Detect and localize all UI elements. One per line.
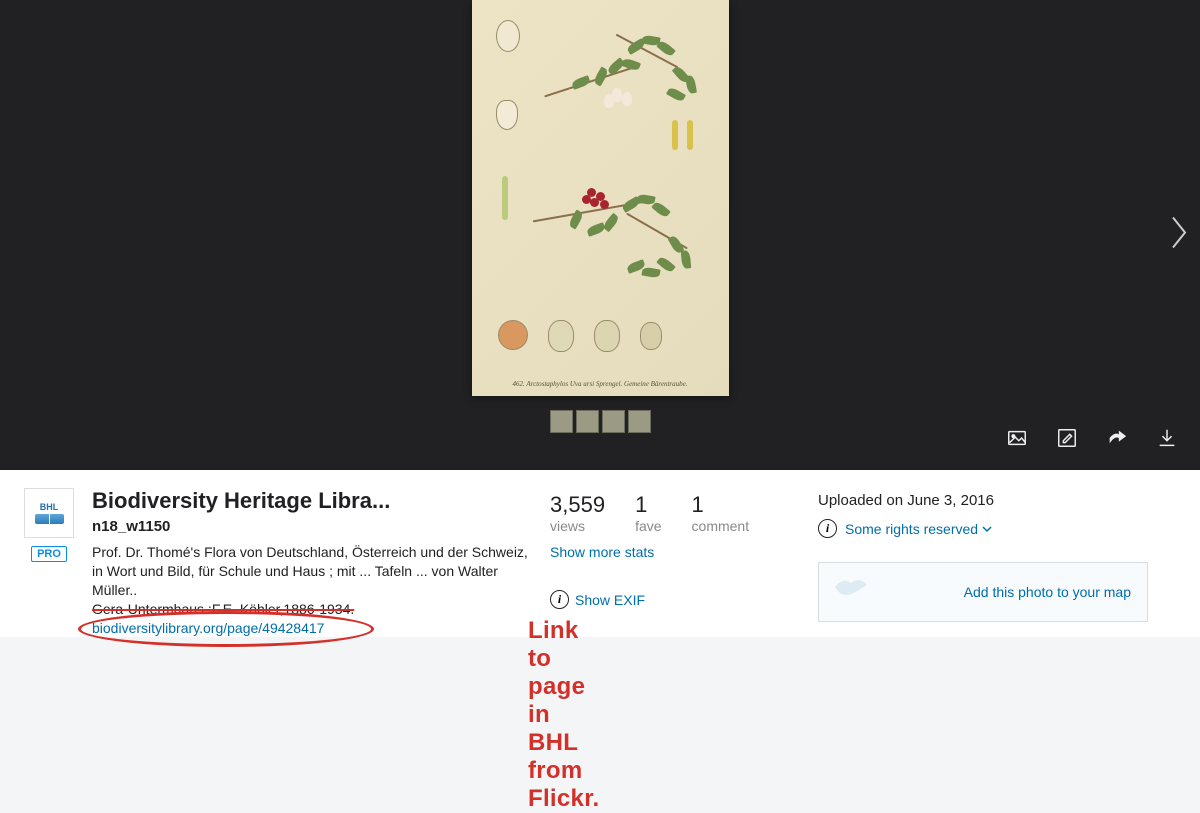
add-to-map-link[interactable]: Add this photo to your map [964, 584, 1131, 600]
photo-viewer: 462. Arctostaphylos Uva ursi Sprengel. G… [0, 0, 1200, 470]
photo-title: n18_w1150 [92, 518, 532, 535]
thumb[interactable] [628, 410, 651, 433]
edit-icon[interactable] [1056, 427, 1078, 454]
map-widget: Add this photo to your map [818, 562, 1148, 622]
comments-count: 1 [692, 492, 750, 518]
sizes-icon[interactable] [1006, 427, 1028, 454]
license-link[interactable]: Some rights reserved [845, 521, 992, 537]
info-icon: i [550, 590, 569, 609]
pro-badge: PRO [31, 546, 67, 562]
owner-name[interactable]: Biodiversity Heritage Libra... [92, 488, 532, 514]
thumb[interactable] [576, 410, 599, 433]
show-more-stats-link[interactable]: Show more stats [550, 544, 654, 560]
plate-caption: 462. Arctostaphylos Uva ursi Sprengel. G… [472, 380, 729, 388]
license-icon: i [818, 519, 837, 538]
bird-icon [833, 573, 869, 606]
show-exif-link[interactable]: Show EXIF [575, 592, 645, 608]
viewer-actions [1006, 427, 1178, 454]
views-count: 3,559 [550, 492, 605, 518]
faves-count: 1 [635, 492, 661, 518]
photo-description: Prof. Dr. Thomé's Flora von Deutschland,… [92, 543, 532, 637]
filmstrip [550, 410, 651, 433]
download-icon[interactable] [1156, 427, 1178, 454]
thumb[interactable] [602, 410, 625, 433]
share-icon[interactable] [1106, 427, 1128, 454]
bhl-page-link[interactable]: biodiversitylibrary.org/page/49428417 [92, 620, 324, 636]
upload-date: Uploaded on June 3, 2016 [818, 492, 1148, 509]
next-photo-button[interactable] [1164, 195, 1194, 276]
main-photo[interactable]: 462. Arctostaphylos Uva ursi Sprengel. G… [472, 0, 729, 396]
owner-avatar[interactable]: BHL [24, 488, 74, 538]
annotation-text: Link to page in BHL from Flickr. [528, 617, 599, 813]
thumb[interactable] [550, 410, 573, 433]
photo-stats: 3,559views 1fave 1comment [550, 492, 800, 534]
metadata-panel: BHL PRO Biodiversity Heritage Libra... n… [0, 470, 1200, 637]
